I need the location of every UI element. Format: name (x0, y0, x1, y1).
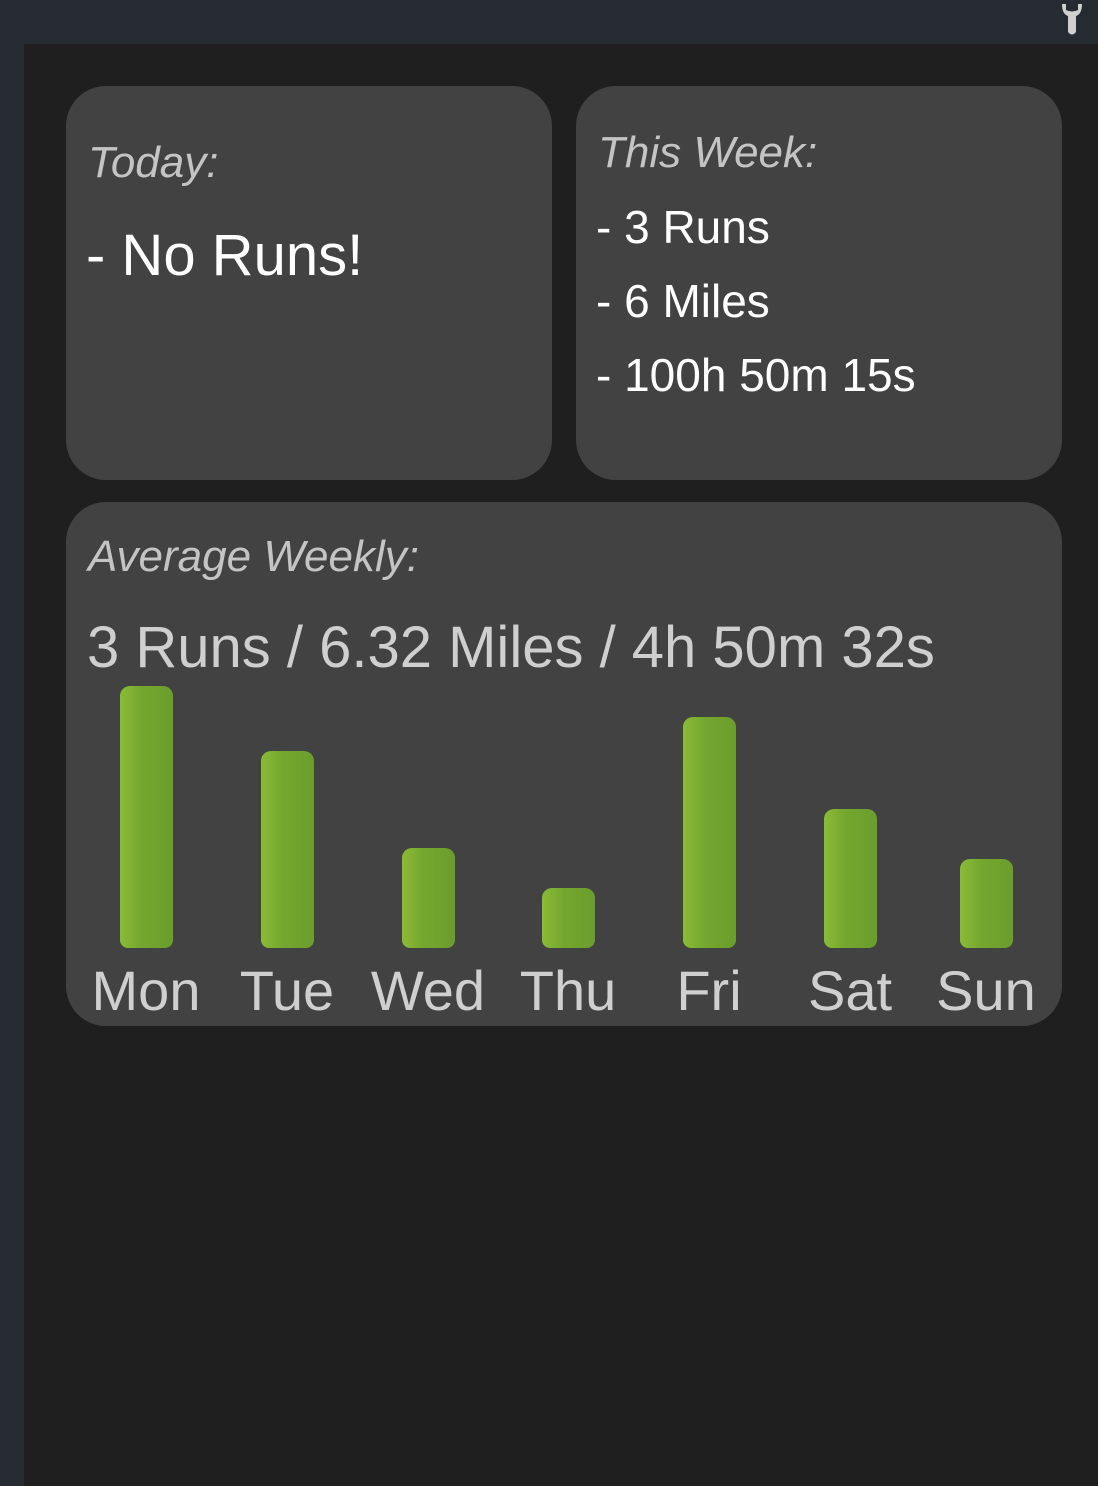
day-label-thu: Thu (519, 959, 617, 1022)
average-weekly-label: Average Weekly: (88, 532, 419, 581)
bar-thu (542, 888, 595, 948)
day-label-fri: Fri (676, 959, 742, 1022)
today-status: - No Runs! (86, 223, 364, 288)
this-week-time: - 100h 50m 15s (596, 349, 916, 401)
today-label: Today: (88, 138, 219, 187)
top-bar (0, 0, 1098, 44)
day-label-wed: Wed (370, 959, 486, 1022)
bar-sat (824, 809, 877, 948)
day-label-sat: Sat (807, 959, 893, 1022)
this-week-card: This Week: - 3 Runs - 6 Miles - 100h 50m… (576, 86, 1062, 480)
day-label-tue: Tue (239, 959, 335, 1022)
wrench-icon[interactable] (1058, 2, 1086, 38)
today-card: Today: - No Runs! (66, 86, 552, 480)
this-week-runs: - 3 Runs (596, 201, 770, 253)
bar-fri (683, 717, 736, 948)
bar-mon (120, 686, 173, 948)
bar-wed (402, 848, 455, 948)
bar-sun (960, 859, 1013, 948)
average-weekly-card: Average Weekly: 3 Runs / 6.32 Miles / 4h… (66, 502, 1062, 1026)
bar-tue (261, 751, 314, 948)
this-week-miles: - 6 Miles (596, 275, 770, 327)
this-week-label: This Week: (598, 128, 818, 177)
day-label-mon: Mon (91, 959, 201, 1022)
day-label-sun: Sun (936, 959, 1036, 1022)
average-weekly-summary: 3 Runs / 6.32 Miles / 4h 50m 32s (87, 615, 935, 680)
